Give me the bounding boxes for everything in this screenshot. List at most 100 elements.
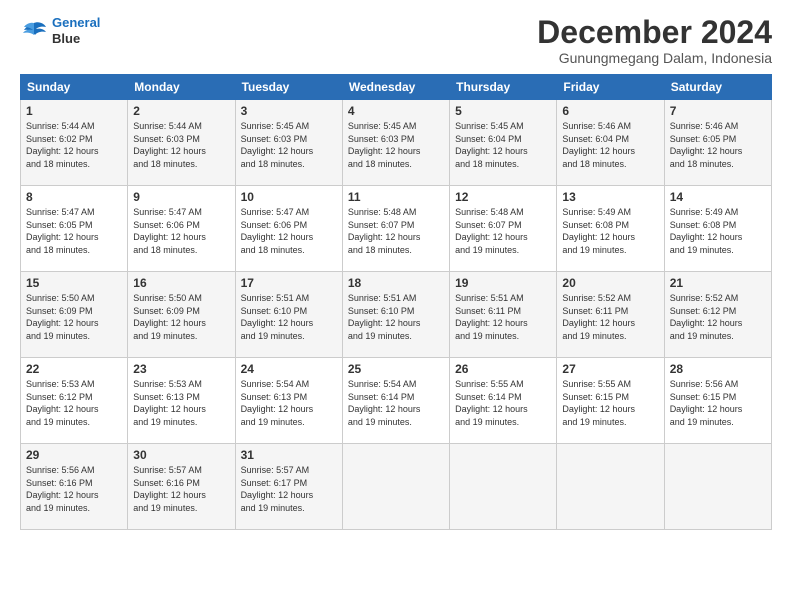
calendar-cell [557, 444, 664, 530]
page-title: December 2024 [537, 15, 772, 50]
day-info: Sunrise: 5:52 AMSunset: 6:12 PMDaylight:… [670, 293, 743, 341]
day-number: 29 [26, 448, 122, 462]
calendar-cell: 22 Sunrise: 5:53 AMSunset: 6:12 PMDayligh… [21, 358, 128, 444]
day-info: Sunrise: 5:49 AMSunset: 6:08 PMDaylight:… [562, 207, 635, 255]
calendar-week-1: 1 Sunrise: 5:44 AMSunset: 6:02 PMDaylight… [21, 100, 772, 186]
day-number: 13 [562, 190, 658, 204]
calendar-cell: 2Sunrise: 5:44 AMSunset: 6:03 PMDaylight… [128, 100, 235, 186]
calendar-cell: 6 Sunrise: 5:46 AMSunset: 6:04 PMDaylight… [557, 100, 664, 186]
day-number: 20 [562, 276, 658, 290]
day-number: 2 [133, 104, 229, 118]
calendar-week-2: 8 Sunrise: 5:47 AMSunset: 6:05 PMDaylight… [21, 186, 772, 272]
day-info: Sunrise: 5:50 AMSunset: 6:09 PMDaylight:… [26, 293, 99, 341]
day-number: 25 [348, 362, 444, 376]
day-number: 9 [133, 190, 229, 204]
day-info: Sunrise: 5:44 AMSunset: 6:02 PMDaylight:… [26, 121, 99, 169]
day-number: 27 [562, 362, 658, 376]
calendar-cell: 7 Sunrise: 5:46 AMSunset: 6:05 PMDaylight… [664, 100, 771, 186]
day-number: 28 [670, 362, 766, 376]
day-number: 22 [26, 362, 122, 376]
calendar-cell: 1 Sunrise: 5:44 AMSunset: 6:02 PMDaylight… [21, 100, 128, 186]
day-info: Sunrise: 5:54 AMSunset: 6:13 PMDaylight:… [241, 379, 314, 427]
calendar-cell: 13 Sunrise: 5:49 AMSunset: 6:08 PMDayligh… [557, 186, 664, 272]
col-sunday: Sunday [21, 75, 128, 100]
day-info: Sunrise: 5:48 AMSunset: 6:07 PMDaylight:… [348, 207, 421, 255]
calendar-cell [450, 444, 557, 530]
day-info: Sunrise: 5:46 AMSunset: 6:04 PMDaylight:… [562, 121, 635, 169]
day-number: 30 [133, 448, 229, 462]
day-info: Sunrise: 5:51 AMSunset: 6:10 PMDaylight:… [241, 293, 314, 341]
day-info: Sunrise: 5:57 AMSunset: 6:16 PMDaylight:… [133, 465, 206, 513]
day-number: 5 [455, 104, 551, 118]
day-number: 18 [348, 276, 444, 290]
day-info: Sunrise: 5:53 AMSunset: 6:13 PMDaylight:… [133, 379, 206, 427]
day-number: 16 [133, 276, 229, 290]
logo: General Blue [20, 15, 100, 46]
calendar-cell: 14 Sunrise: 5:49 AMSunset: 6:08 PMDayligh… [664, 186, 771, 272]
day-info: Sunrise: 5:50 AMSunset: 6:09 PMDaylight:… [133, 293, 206, 341]
calendar-cell: 31Sunrise: 5:57 AMSunset: 6:17 PMDayligh… [235, 444, 342, 530]
day-number: 10 [241, 190, 337, 204]
calendar-cell: 23 Sunrise: 5:53 AMSunset: 6:13 PMDayligh… [128, 358, 235, 444]
logo-text: General Blue [52, 15, 100, 46]
calendar-cell: 4Sunrise: 5:45 AMSunset: 6:03 PMDaylight… [342, 100, 449, 186]
day-info: Sunrise: 5:57 AMSunset: 6:17 PMDaylight:… [241, 465, 314, 513]
calendar-cell: 28 Sunrise: 5:56 AMSunset: 6:15 PMDayligh… [664, 358, 771, 444]
day-info: Sunrise: 5:52 AMSunset: 6:11 PMDaylight:… [562, 293, 635, 341]
title-area: December 2024 Gunungmegang Dalam, Indone… [537, 15, 772, 66]
calendar-cell [342, 444, 449, 530]
calendar-cell: 21 Sunrise: 5:52 AMSunset: 6:12 PMDayligh… [664, 272, 771, 358]
day-number: 24 [241, 362, 337, 376]
calendar-cell: 16 Sunrise: 5:50 AMSunset: 6:09 PMDayligh… [128, 272, 235, 358]
day-info: Sunrise: 5:45 AMSunset: 6:03 PMDaylight:… [241, 121, 314, 169]
page-subtitle: Gunungmegang Dalam, Indonesia [537, 50, 772, 66]
col-tuesday: Tuesday [235, 75, 342, 100]
day-info: Sunrise: 5:54 AMSunset: 6:14 PMDaylight:… [348, 379, 421, 427]
day-number: 14 [670, 190, 766, 204]
day-info: Sunrise: 5:45 AMSunset: 6:04 PMDaylight:… [455, 121, 528, 169]
day-number: 17 [241, 276, 337, 290]
day-info: Sunrise: 5:56 AMSunset: 6:15 PMDaylight:… [670, 379, 743, 427]
calendar-cell: 24 Sunrise: 5:54 AMSunset: 6:13 PMDayligh… [235, 358, 342, 444]
day-info: Sunrise: 5:51 AMSunset: 6:11 PMDaylight:… [455, 293, 528, 341]
col-wednesday: Wednesday [342, 75, 449, 100]
calendar-cell: 19 Sunrise: 5:51 AMSunset: 6:11 PMDayligh… [450, 272, 557, 358]
day-number: 4 [348, 104, 444, 118]
day-number: 7 [670, 104, 766, 118]
calendar-cell: 20 Sunrise: 5:52 AMSunset: 6:11 PMDayligh… [557, 272, 664, 358]
day-number: 8 [26, 190, 122, 204]
calendar-cell: 25 Sunrise: 5:54 AMSunset: 6:14 PMDayligh… [342, 358, 449, 444]
day-info: Sunrise: 5:49 AMSunset: 6:08 PMDaylight:… [670, 207, 743, 255]
calendar-cell: 15 Sunrise: 5:50 AMSunset: 6:09 PMDayligh… [21, 272, 128, 358]
day-number: 15 [26, 276, 122, 290]
day-number: 1 [26, 104, 122, 118]
day-number: 12 [455, 190, 551, 204]
day-info: Sunrise: 5:53 AMSunset: 6:12 PMDaylight:… [26, 379, 99, 427]
calendar-table: Sunday Monday Tuesday Wednesday Thursday… [20, 74, 772, 530]
calendar-cell: 8 Sunrise: 5:47 AMSunset: 6:05 PMDaylight… [21, 186, 128, 272]
day-info: Sunrise: 5:46 AMSunset: 6:05 PMDaylight:… [670, 121, 743, 169]
day-info: Sunrise: 5:55 AMSunset: 6:14 PMDaylight:… [455, 379, 528, 427]
calendar-cell: 17 Sunrise: 5:51 AMSunset: 6:10 PMDayligh… [235, 272, 342, 358]
calendar-cell: 27 Sunrise: 5:55 AMSunset: 6:15 PMDayligh… [557, 358, 664, 444]
col-monday: Monday [128, 75, 235, 100]
day-info: Sunrise: 5:55 AMSunset: 6:15 PMDaylight:… [562, 379, 635, 427]
calendar-cell: 18Sunrise: 5:51 AMSunset: 6:10 PMDayligh… [342, 272, 449, 358]
day-number: 26 [455, 362, 551, 376]
calendar-cell: 29Sunrise: 5:56 AMSunset: 6:16 PMDayligh… [21, 444, 128, 530]
day-number: 21 [670, 276, 766, 290]
col-saturday: Saturday [664, 75, 771, 100]
day-number: 6 [562, 104, 658, 118]
day-number: 3 [241, 104, 337, 118]
calendar-cell: 3 Sunrise: 5:45 AMSunset: 6:03 PMDaylight… [235, 100, 342, 186]
col-thursday: Thursday [450, 75, 557, 100]
day-info: Sunrise: 5:48 AMSunset: 6:07 PMDaylight:… [455, 207, 528, 255]
day-info: Sunrise: 5:47 AMSunset: 6:05 PMDaylight:… [26, 207, 99, 255]
calendar-cell: 10Sunrise: 5:47 AMSunset: 6:06 PMDayligh… [235, 186, 342, 272]
page-header: General Blue December 2024 Gunungmegang … [20, 15, 772, 66]
calendar-cell: 11Sunrise: 5:48 AMSunset: 6:07 PMDayligh… [342, 186, 449, 272]
day-number: 19 [455, 276, 551, 290]
day-info: Sunrise: 5:47 AMSunset: 6:06 PMDaylight:… [133, 207, 206, 255]
day-number: 23 [133, 362, 229, 376]
calendar-cell: 30 Sunrise: 5:57 AMSunset: 6:16 PMDayligh… [128, 444, 235, 530]
